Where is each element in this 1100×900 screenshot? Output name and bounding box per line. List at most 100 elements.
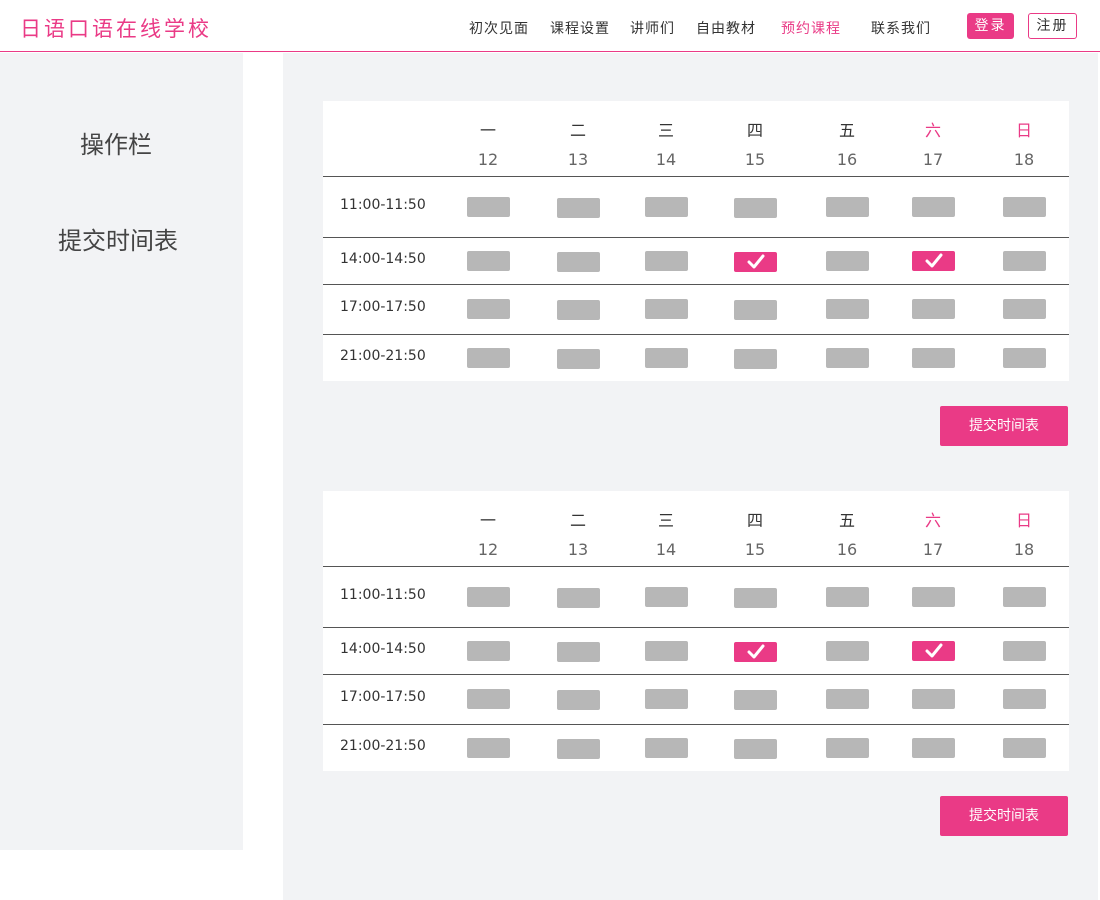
time-slot[interactable] xyxy=(912,347,955,368)
time-slot[interactable] xyxy=(467,196,510,217)
sidebar-item-submit-schedule[interactable]: 提交时间表 xyxy=(0,221,236,256)
date-label: 16 xyxy=(836,540,858,559)
submit-schedule-button[interactable]: 提交时间表 xyxy=(940,796,1068,836)
time-slot[interactable] xyxy=(734,300,777,320)
time-slot[interactable] xyxy=(467,586,510,607)
time-slot[interactable] xyxy=(557,197,600,218)
time-slot[interactable] xyxy=(826,640,869,661)
time-slot[interactable] xyxy=(1003,250,1046,271)
row-divider xyxy=(323,566,1069,567)
checkmark-icon xyxy=(747,644,765,658)
date-label: 12 xyxy=(477,150,499,169)
time-slot[interactable] xyxy=(557,587,600,608)
weekday-label: 二 xyxy=(569,121,586,140)
time-slot-label: 11:00-11:50 xyxy=(340,586,426,603)
time-slot-label: 17:00-17:50 xyxy=(340,689,426,705)
weekday-label: 五 xyxy=(838,511,855,530)
time-slot[interactable] xyxy=(557,641,600,662)
nav-item-contact[interactable]: 联系我们 xyxy=(871,18,931,38)
nav-item-materials[interactable]: 自由教材 xyxy=(696,18,756,38)
time-slot[interactable] xyxy=(557,690,600,710)
time-slot[interactable] xyxy=(1003,689,1046,709)
time-slot-label: 21:00-21:50 xyxy=(340,347,426,364)
time-slot-selected[interactable] xyxy=(912,250,955,271)
checkmark-icon xyxy=(925,253,943,267)
time-slot[interactable] xyxy=(826,689,869,709)
time-slot[interactable] xyxy=(645,347,688,368)
schedule-grid: 一 12 二 13 三 14 四 15 五 16 六 17 日 18 11:00-11:50 14:00-14… xyxy=(323,491,1069,771)
time-slot[interactable] xyxy=(467,250,510,271)
time-slot[interactable] xyxy=(1003,196,1046,217)
time-slot[interactable] xyxy=(467,347,510,368)
row-divider xyxy=(323,237,1069,238)
nav-item-courses[interactable]: 课程设置 xyxy=(550,18,610,38)
time-slot[interactable] xyxy=(734,690,777,710)
time-slot[interactable] xyxy=(826,299,869,319)
time-slot[interactable] xyxy=(467,299,510,319)
weekday-label: 六 xyxy=(924,511,941,530)
time-slot[interactable] xyxy=(912,737,955,758)
time-slot[interactable] xyxy=(734,738,777,759)
time-slot[interactable] xyxy=(912,299,955,319)
time-slot[interactable] xyxy=(557,300,600,320)
time-slot-selected[interactable] xyxy=(734,641,777,662)
nav-item-teachers[interactable]: 讲师们 xyxy=(630,18,675,38)
time-slot[interactable] xyxy=(1003,640,1046,661)
time-slot[interactable] xyxy=(645,586,688,607)
time-slot[interactable] xyxy=(826,586,869,607)
time-slot[interactable] xyxy=(645,640,688,661)
date-label: 12 xyxy=(477,540,499,559)
sidebar-title: 操作栏 xyxy=(80,131,152,159)
date-label: 14 xyxy=(655,540,677,559)
row-divider xyxy=(323,334,1069,335)
time-slot[interactable] xyxy=(1003,347,1046,368)
date-label: 13 xyxy=(567,540,589,559)
time-slot[interactable] xyxy=(826,250,869,271)
time-slot[interactable] xyxy=(645,196,688,217)
time-slot[interactable] xyxy=(1003,737,1046,758)
checkmark-icon xyxy=(747,254,765,268)
weekday-label: 二 xyxy=(569,511,586,530)
time-slot[interactable] xyxy=(826,737,869,758)
time-slot[interactable] xyxy=(734,197,777,218)
time-slot[interactable] xyxy=(467,640,510,661)
time-slot-selected[interactable] xyxy=(734,251,777,272)
row-divider xyxy=(323,284,1069,285)
time-slot[interactable] xyxy=(912,586,955,607)
time-slot-selected[interactable] xyxy=(912,640,955,661)
time-slot[interactable] xyxy=(1003,299,1046,319)
time-slot-label: 11:00-11:50 xyxy=(340,196,426,213)
time-slot[interactable] xyxy=(467,689,510,709)
nav-item-first-meeting[interactable]: 初次见面 xyxy=(469,18,529,38)
time-slot[interactable] xyxy=(826,347,869,368)
time-slot[interactable] xyxy=(734,348,777,369)
time-slot[interactable] xyxy=(645,250,688,271)
time-slot[interactable] xyxy=(645,737,688,758)
weekday-label: 日 xyxy=(1015,121,1032,140)
date-label: 16 xyxy=(836,150,858,169)
time-slot[interactable] xyxy=(826,196,869,217)
row-divider xyxy=(323,674,1069,675)
time-slot[interactable] xyxy=(557,738,600,759)
submit-schedule-button[interactable]: 提交时间表 xyxy=(940,406,1068,446)
weekday-label: 三 xyxy=(657,121,674,140)
time-slot[interactable] xyxy=(645,299,688,319)
time-slot[interactable] xyxy=(912,689,955,709)
time-slot[interactable] xyxy=(645,689,688,709)
time-slot[interactable] xyxy=(912,196,955,217)
sidebar: 操作栏 提交时间表 xyxy=(0,53,243,850)
site-logo[interactable]: 日语口语在线学校 xyxy=(20,13,212,43)
date-label: 17 xyxy=(922,150,944,169)
time-slot-label: 21:00-21:50 xyxy=(340,737,426,754)
time-slot[interactable] xyxy=(467,737,510,758)
weekday-label: 一 xyxy=(479,511,496,530)
weekday-label: 六 xyxy=(924,121,941,140)
login-button[interactable]: 登录 xyxy=(967,13,1014,39)
time-slot[interactable] xyxy=(557,348,600,369)
nav-item-booking[interactable]: 预约课程 xyxy=(781,18,841,38)
time-slot[interactable] xyxy=(557,251,600,272)
register-button[interactable]: 注册 xyxy=(1028,13,1077,39)
checkmark-icon xyxy=(925,643,943,657)
time-slot[interactable] xyxy=(1003,586,1046,607)
time-slot[interactable] xyxy=(734,587,777,608)
